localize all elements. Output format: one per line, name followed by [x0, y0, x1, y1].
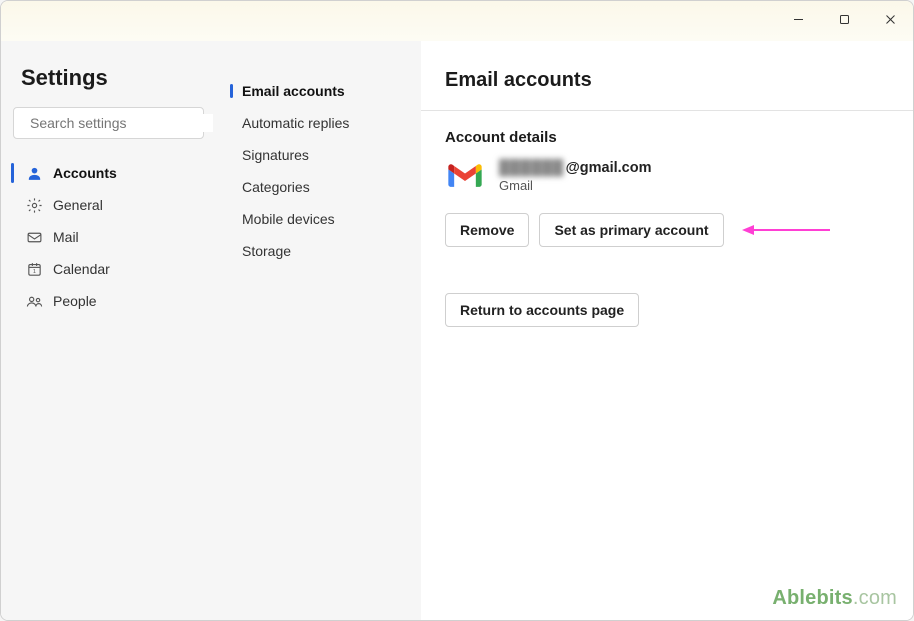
nav-label: Calendar [53, 261, 110, 277]
secondary-nav: Email accounts Automatic replies Signatu… [224, 75, 413, 267]
subnav-storage[interactable]: Storage [224, 235, 413, 267]
nav-label: General [53, 197, 103, 213]
search-input[interactable] [28, 114, 213, 132]
account-text: ██████ @gmail.com Gmail [499, 160, 652, 193]
gear-icon [25, 196, 43, 214]
subnav-label: Storage [242, 243, 291, 259]
settings-title: Settings [21, 65, 204, 91]
subnav-signatures[interactable]: Signatures [224, 139, 413, 171]
close-icon [885, 14, 896, 25]
nav-mail[interactable]: Mail [13, 221, 204, 253]
subnav-label: Categories [242, 179, 310, 195]
nav-people[interactable]: People [13, 285, 204, 317]
action-buttons-row: Remove Set as primary account [445, 213, 889, 247]
subnav-automatic-replies[interactable]: Automatic replies [224, 107, 413, 139]
window-body: Settings Accounts General [1, 41, 913, 620]
account-provider: Gmail [499, 178, 652, 193]
subnav-label: Mobile devices [242, 211, 335, 227]
main-panel: Email accounts Account details ██████ @g [421, 41, 913, 620]
watermark-brand: Ablebits [772, 587, 853, 609]
titlebar [1, 1, 913, 41]
nav-accounts[interactable]: Accounts [13, 157, 204, 189]
subnav-label: Signatures [242, 147, 309, 163]
account-email: ██████ @gmail.com [499, 160, 652, 176]
maximize-button[interactable] [821, 3, 867, 35]
settings-window: Settings Accounts General [0, 0, 914, 621]
account-row: ██████ @gmail.com Gmail [445, 160, 889, 193]
close-button[interactable] [867, 3, 913, 35]
nav-label: People [53, 293, 97, 309]
sidebar: Settings Accounts General [1, 41, 216, 620]
arrow-icon [742, 222, 832, 238]
remove-button[interactable]: Remove [445, 213, 529, 247]
minimize-icon [793, 14, 804, 25]
divider [421, 110, 913, 111]
return-row: Return to accounts page [445, 293, 889, 327]
calendar-icon: 1 [25, 260, 43, 278]
people-icon [25, 292, 43, 310]
subnav-mobile-devices[interactable]: Mobile devices [224, 203, 413, 235]
minimize-button[interactable] [775, 3, 821, 35]
accounts-icon [25, 164, 43, 182]
sub-sidebar: Email accounts Automatic replies Signatu… [216, 41, 421, 620]
nav-label: Mail [53, 229, 79, 245]
subnav-email-accounts[interactable]: Email accounts [224, 75, 413, 107]
subnav-label: Automatic replies [242, 115, 349, 131]
set-primary-button[interactable]: Set as primary account [539, 213, 723, 247]
subnav-categories[interactable]: Categories [224, 171, 413, 203]
email-obscured: ██████ [499, 160, 564, 176]
primary-nav: Accounts General Mail 1 [13, 157, 204, 317]
svg-text:1: 1 [32, 269, 35, 275]
annotation-arrow [742, 222, 832, 238]
subnav-label: Email accounts [242, 83, 345, 99]
nav-general[interactable]: General [13, 189, 204, 221]
page-heading: Email accounts [445, 69, 889, 92]
gmail-icon [445, 160, 485, 192]
nav-label: Accounts [53, 165, 117, 181]
maximize-icon [839, 14, 850, 25]
search-container[interactable] [13, 107, 204, 139]
return-button[interactable]: Return to accounts page [445, 293, 639, 327]
mail-icon [25, 228, 43, 246]
nav-calendar[interactable]: 1 Calendar [13, 253, 204, 285]
email-suffix: @gmail.com [566, 160, 652, 176]
section-title: Account details [445, 129, 889, 146]
watermark-domain: .com [853, 587, 897, 609]
watermark: Ablebits.com [772, 587, 897, 610]
